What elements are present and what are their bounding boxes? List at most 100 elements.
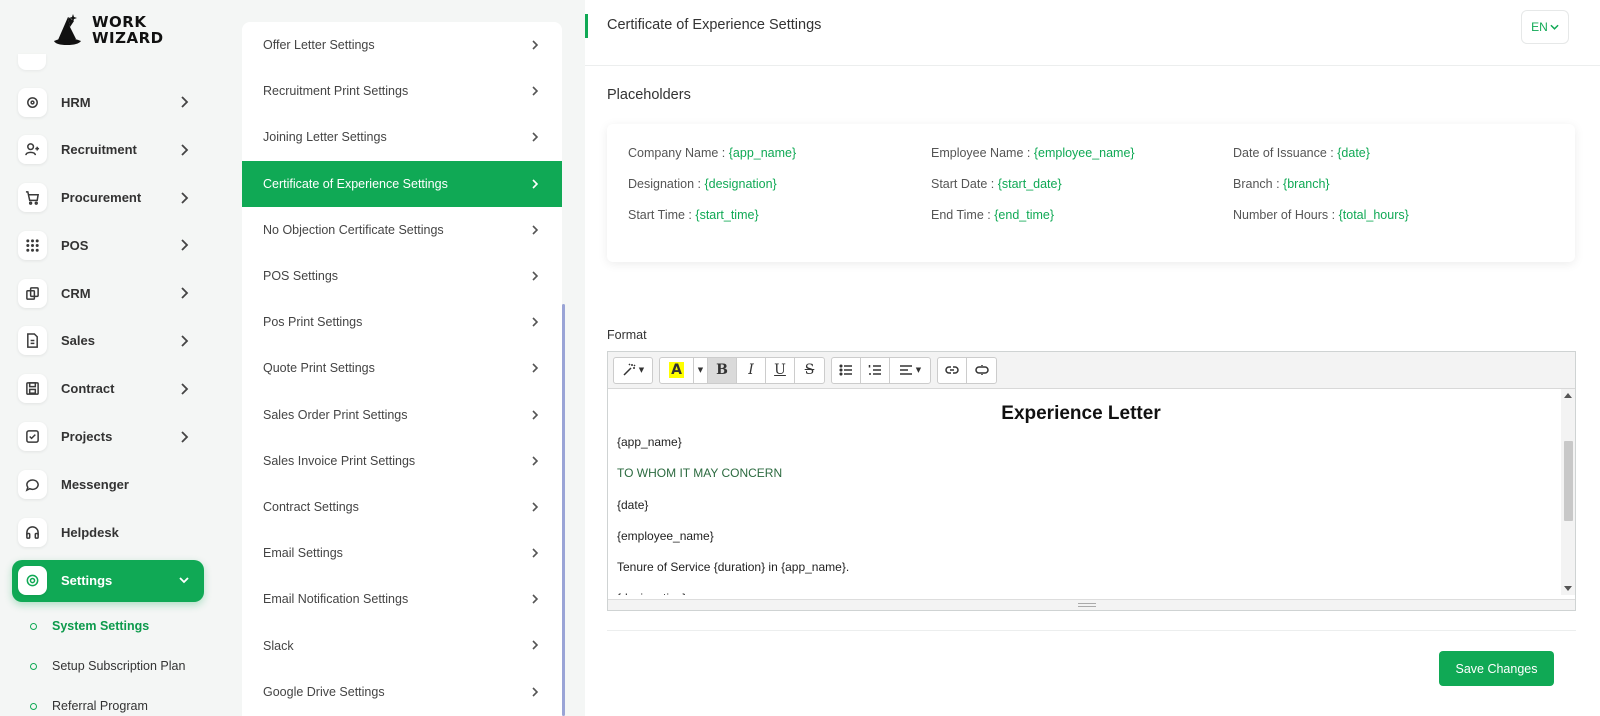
hrm-icon	[27, 96, 38, 108]
underline-button[interactable]: U	[766, 357, 795, 383]
settings-menu-item[interactable]: Certificate of Experience Settings	[242, 160, 562, 207]
grid-icon	[26, 239, 39, 252]
placeholder-token[interactable]: {end_time}	[994, 208, 1054, 222]
settings-menu-item[interactable]: Sales Order Print Settings	[242, 392, 562, 438]
unlink-button[interactable]	[967, 358, 996, 383]
brand-name: WORK WIZARD	[92, 13, 164, 47]
nav-item-projects[interactable]: Projects	[12, 417, 204, 457]
text-color-dropdown[interactable]: ▼	[694, 357, 708, 383]
nav-item-helpdesk[interactable]: Helpdesk	[12, 512, 204, 552]
main-nav: HRM Recruitment Procurement POS CRM Sales Cont…	[12, 82, 204, 610]
document-line: {designation}	[617, 591, 1545, 595]
nav-item-pos[interactable]: POS	[12, 225, 204, 265]
editor-scroll-thumb[interactable]	[1564, 441, 1573, 521]
nav-item-recruitment[interactable]: Recruitment	[12, 130, 204, 170]
editor-resize-bar[interactable]	[608, 599, 1575, 610]
language-dropdown[interactable]: EN	[1521, 10, 1569, 44]
placeholder-token[interactable]: {start_date}	[998, 177, 1062, 191]
scroll-up-icon[interactable]	[1564, 393, 1572, 398]
placeholder-token[interactable]: {employee_name}	[1034, 146, 1135, 160]
placeholder-token[interactable]: {designation}	[704, 177, 776, 191]
settings-menu-item-label: Quote Print Settings	[263, 361, 375, 376]
settings-menu-item[interactable]: Slack	[242, 622, 562, 668]
nav-item-contract[interactable]: Contract	[12, 369, 204, 409]
save-changes-button[interactable]: Save Changes	[1439, 651, 1554, 686]
chevron-right-icon	[530, 455, 540, 467]
placeholder-token[interactable]: {app_name}	[729, 146, 796, 160]
settings-menu-item[interactable]: Joining Letter Settings	[242, 114, 562, 160]
settings-menu-item[interactable]: No Objection Certificate Settings	[242, 207, 562, 253]
settings-menu-item[interactable]: Offer Letter Settings	[242, 22, 562, 68]
nav-item-settings[interactable]: Settings	[12, 559, 204, 602]
main-panel: Certificate of Experience Settings EN Pl…	[585, 0, 1600, 716]
settings-menu-item-label: No Objection Certificate Settings	[263, 222, 444, 237]
scroll-down-icon[interactable]	[1564, 586, 1572, 591]
nav-item-sales[interactable]: Sales	[12, 321, 204, 361]
nav-item-label: POS	[61, 237, 89, 253]
editor-content[interactable]: Experience Letter {app_name} TO WHOM IT M…	[608, 389, 1554, 595]
nav-item-hrm[interactable]: HRM	[12, 82, 204, 122]
placeholder-label: Date of Issuance :	[1233, 146, 1338, 160]
document-heading: Experience Letter	[1001, 403, 1161, 424]
strikethrough-button[interactable]: S	[795, 358, 824, 383]
settings-menu-item[interactable]: Google Drive Settings	[242, 669, 562, 715]
chevron-right-icon	[530, 686, 540, 698]
chevron-right-icon	[530, 593, 540, 605]
placeholder-label: Company Name :	[628, 146, 729, 160]
subnav-item[interactable]: Referral Program	[30, 686, 185, 716]
chevron-right-icon	[178, 430, 190, 444]
chevron-right-icon	[178, 382, 190, 396]
bold-button[interactable]: B	[708, 357, 737, 383]
settings-menu-item[interactable]: Email Settings	[242, 530, 562, 576]
nav-item-partial[interactable]	[18, 54, 46, 70]
settings-menu-item[interactable]: Recruitment Print Settings	[242, 68, 562, 114]
bullet-list-button[interactable]	[832, 357, 861, 383]
settings-menu-item-label: Sales Order Print Settings	[263, 407, 408, 422]
save-icon	[26, 382, 39, 396]
settings-menu-item[interactable]: POS Settings	[242, 253, 562, 299]
placeholder-token[interactable]: {total_hours}	[1339, 208, 1409, 222]
chevron-right-icon	[530, 547, 540, 559]
unlink-icon	[974, 365, 989, 375]
settings-menu-item-label: Sales Invoice Print Settings	[263, 453, 416, 468]
editor-toolbar: ▼ A ▼ B I U S ▼	[608, 352, 1575, 389]
nav-icon-box	[18, 469, 47, 499]
nav-item-label: Sales	[61, 333, 95, 349]
document-line: TO WHOM IT MAY CONCERN	[617, 466, 783, 481]
align-button[interactable]: ▼	[890, 358, 930, 383]
text-color-button[interactable]: A	[660, 357, 694, 383]
editor-scrollbar[interactable]	[1561, 389, 1575, 595]
nav-icon-box	[18, 230, 47, 260]
subnav-item-label: Referral Program	[52, 699, 148, 713]
link-button[interactable]	[938, 357, 967, 383]
italic-button[interactable]: I	[737, 357, 766, 383]
file-icon	[27, 333, 38, 349]
subnav-item[interactable]: System Settings	[30, 606, 185, 646]
placeholder-token[interactable]: {start_time}	[695, 208, 758, 222]
nav-item-crm[interactable]: CRM	[12, 273, 204, 313]
style-button[interactable]: ▼	[614, 358, 652, 383]
placeholder-token[interactable]: {date}	[1337, 146, 1370, 160]
brand-logo[interactable]: WORK WIZARD	[48, 8, 168, 52]
nav-item-procurement[interactable]: Procurement	[12, 178, 204, 218]
nav-item-label: Settings	[61, 573, 113, 589]
settings-menu-item[interactable]: Quote Print Settings	[242, 345, 562, 391]
chevron-right-icon	[530, 131, 540, 143]
numbered-list-button[interactable]	[861, 357, 890, 383]
settings-menu-item[interactable]: Sales Invoice Print Settings	[242, 438, 562, 484]
nav-item-messenger[interactable]: Messenger	[12, 464, 204, 504]
placeholder-item: Company Name : {app_name}	[628, 146, 796, 160]
settings-menu-item[interactable]: Contract Settings	[242, 484, 562, 530]
settings-menu-scrollbar[interactable]	[562, 304, 565, 716]
chevron-right-icon	[178, 334, 190, 348]
document-line: Tenure of Service {duration} in {app_nam…	[617, 560, 850, 575]
settings-menu-item-label: Certificate of Experience Settings	[263, 176, 448, 191]
placeholder-item: Date of Issuance : {date}	[1233, 146, 1370, 160]
settings-menu-item[interactable]: Pos Print Settings	[242, 299, 562, 345]
subnav-item-label: Setup Subscription Plan	[52, 659, 186, 673]
settings-menu-item[interactable]: Email Notification Settings	[242, 576, 562, 622]
subnav-item[interactable]: Setup Subscription Plan	[30, 646, 185, 686]
placeholder-token[interactable]: {branch}	[1283, 177, 1330, 191]
resize-grip-icon[interactable]	[1078, 603, 1096, 607]
language-label: EN	[1531, 20, 1548, 34]
